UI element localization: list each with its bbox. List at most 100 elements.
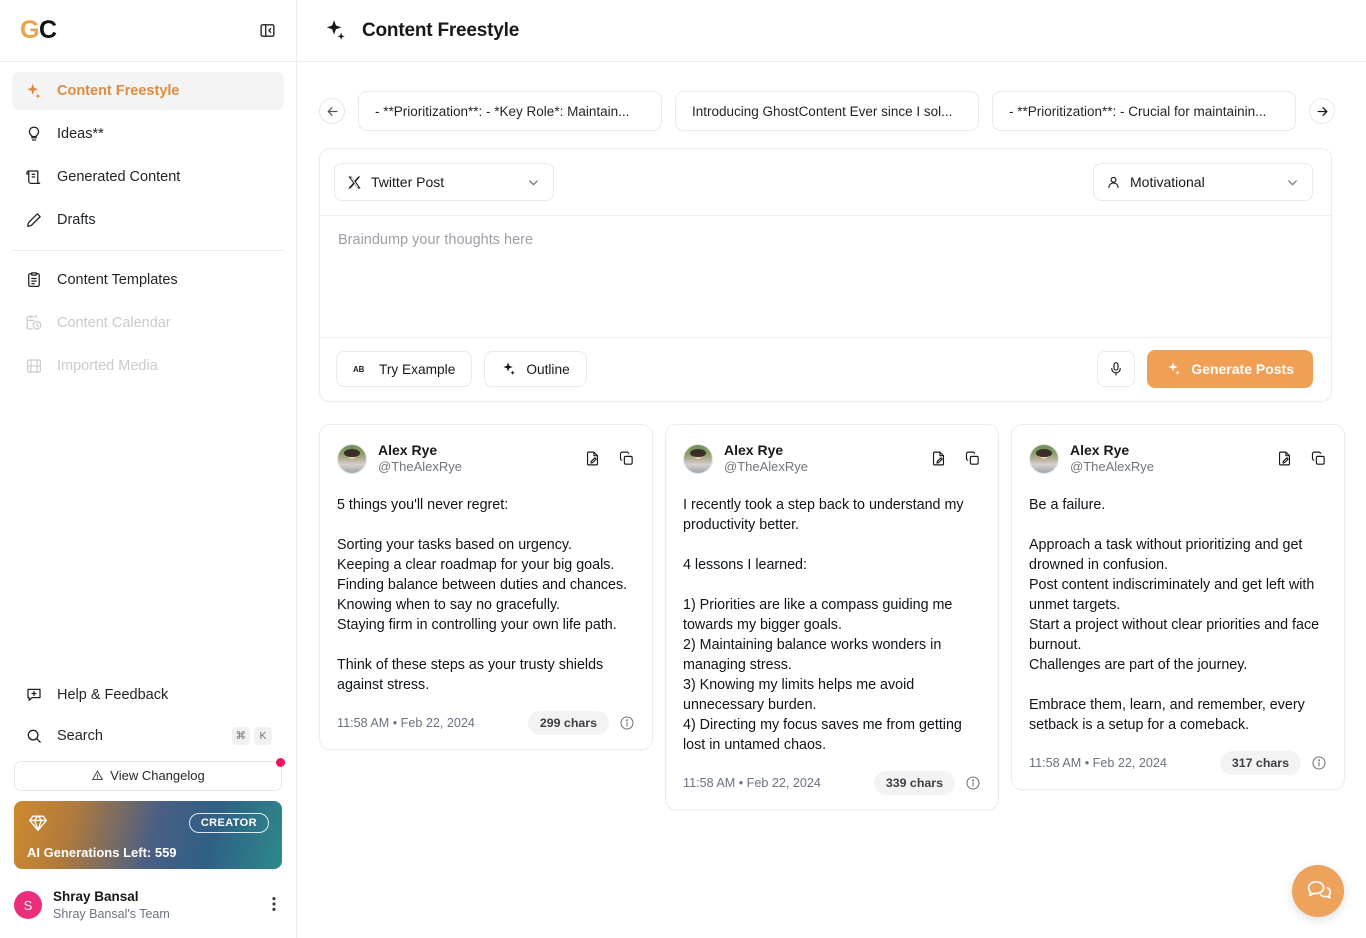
post-author-handle: @TheAlexRye [1070, 459, 1155, 475]
logo-letter-c: C [38, 16, 57, 44]
outline-button[interactable]: Outline [484, 351, 587, 387]
shortcut-key-k: K [254, 726, 272, 745]
post-author-name: Alex Rye [1070, 442, 1130, 458]
composer-footer: AB Try Example Outline Generate Posts [320, 337, 1331, 401]
post-card-actions [930, 450, 981, 467]
avatar [1029, 443, 1059, 474]
sidebar-item-label: Ideas** [57, 126, 104, 142]
view-changelog-button[interactable]: View Changelog [14, 757, 285, 791]
plan-card[interactable]: CREATOR AI Generations Left: 559 [14, 800, 282, 869]
session-tab-label: - **Prioritization**: - Crucial for main… [1009, 103, 1267, 119]
user-profile-row[interactable]: S Shray Bansal Shray Bansal's Team [0, 879, 296, 938]
scroll-icon [24, 168, 43, 187]
sidebar-item-help-feedback[interactable]: Help & Feedback [12, 676, 284, 714]
tabs-prev-button[interactable] [319, 98, 345, 124]
try-example-button[interactable]: AB Try Example [336, 351, 473, 387]
sidebar-item-search[interactable]: Search ⌘ K [12, 717, 284, 755]
avatar [337, 443, 367, 474]
sidebar-item-label: Content Calendar [57, 315, 171, 331]
svg-text:AB: AB [353, 365, 365, 374]
tone-select[interactable]: Motivational [1093, 163, 1313, 201]
post-card: Alex Rye @TheAlexRye [665, 424, 999, 811]
sidebar-item-content-freestyle[interactable]: Content Freestyle [12, 72, 284, 110]
post-body: Be a failure. Approach a task without pr… [1029, 497, 1320, 734]
sidebar-item-content-calendar[interactable]: Content Calendar [12, 304, 284, 342]
copy-icon[interactable] [618, 450, 635, 467]
sidebar-item-ideas[interactable]: Ideas** [12, 115, 284, 153]
post-author-handle: @TheAlexRye [378, 459, 463, 475]
message-plus-icon [24, 685, 43, 704]
sidebar-item-generated-content[interactable]: Generated Content [12, 158, 284, 196]
sparkles-icon [503, 362, 516, 375]
platform-select[interactable]: Twitter Post [334, 163, 554, 201]
copy-icon[interactable] [964, 450, 981, 467]
post-card-footer: 11:58 AM • Feb 22, 2024 317 chars [1029, 751, 1327, 776]
chevron-down-icon [1285, 175, 1300, 190]
clipboard-icon [24, 271, 43, 290]
tabs-next-button[interactable] [1309, 98, 1335, 124]
shortcut-key-cmd: ⌘ [231, 726, 250, 745]
microphone-button[interactable] [1097, 351, 1136, 387]
post-card-footer: 11:58 AM • Feb 22, 2024 339 chars [683, 771, 981, 796]
post-char-count: 339 chars [873, 771, 955, 796]
sidebar-item-label: Content Templates [57, 272, 178, 288]
session-tab-3[interactable]: - **Prioritization**: - Crucial for main… [992, 91, 1296, 131]
generate-posts-button[interactable]: Generate Posts [1147, 350, 1313, 388]
page-header: Content Freestyle [297, 0, 1366, 62]
sparkles-icon [1168, 362, 1181, 375]
sidebar-item-content-templates[interactable]: Content Templates [12, 261, 284, 299]
braindump-placeholder: Braindump your thoughts here [338, 232, 534, 248]
generated-posts-list: Alex Rye @TheAlexRye 5 things you'll nev… [297, 402, 1366, 811]
more-vertical-icon [272, 896, 276, 911]
chat-support-button[interactable] [1292, 865, 1344, 917]
braindump-textarea[interactable]: Braindump your thoughts here [320, 215, 1331, 337]
post-card-actions [584, 450, 635, 467]
user-menu-button[interactable] [266, 894, 282, 917]
post-body: I recently took a step back to understan… [683, 497, 964, 754]
session-tab-2[interactable]: Introducing GhostContent Ever since I so… [675, 91, 979, 131]
sparkles-icon [24, 82, 43, 101]
microphone-icon [1111, 362, 1122, 376]
changelog-label: View Changelog [110, 768, 205, 784]
post-body: 5 things you'll never regret: Sorting yo… [337, 497, 628, 694]
calendar-clock-icon [24, 314, 43, 333]
post-author: Alex Rye @TheAlexRye [378, 441, 462, 476]
post-author-name: Alex Rye [724, 442, 784, 458]
session-tab-label: Introducing GhostContent Ever since I so… [692, 103, 953, 119]
edit-document-icon[interactable] [930, 450, 947, 467]
sidebar-item-label: Drafts [57, 212, 96, 228]
person-icon [1108, 176, 1119, 188]
sidebar-item-label: Generated Content [57, 169, 181, 185]
session-tab-label: - **Prioritization**: - *Key Role*: Main… [375, 103, 630, 119]
page-title: Content Freestyle [362, 19, 520, 41]
lightbulb-icon [24, 125, 43, 144]
post-timestamp: 11:58 AM • Feb 22, 2024 [683, 776, 821, 791]
chevron-down-icon [526, 175, 541, 190]
main-area: Content Freestyle - **Prioritization**: … [297, 0, 1366, 938]
search-icon [24, 726, 43, 745]
sidebar: GC Content Freestyle Ideas** Generated C… [0, 0, 297, 938]
edit-document-icon[interactable] [584, 450, 601, 467]
info-circle-icon[interactable] [1311, 755, 1327, 771]
panel-collapse-icon [259, 24, 275, 37]
post-card-header: Alex Rye @TheAlexRye [1029, 441, 1327, 476]
sidebar-item-drafts[interactable]: Drafts [12, 201, 284, 239]
session-tab-1[interactable]: - **Prioritization**: - *Key Role*: Main… [358, 91, 662, 131]
content-scroll-area: - **Prioritization**: - *Key Role*: Main… [297, 62, 1366, 938]
edit-document-icon[interactable] [1276, 450, 1293, 467]
tone-select-value: Motivational [1130, 174, 1205, 190]
app-logo[interactable]: GC [20, 18, 57, 43]
info-circle-icon[interactable] [619, 715, 635, 731]
user-name: Shray Bansal [53, 888, 139, 904]
sparkles-icon [326, 20, 345, 40]
post-author: Alex Rye @TheAlexRye [1070, 441, 1154, 476]
sidebar-collapse-button[interactable] [254, 18, 280, 44]
post-author: Alex Rye @TheAlexRye [724, 441, 808, 476]
sidebar-item-imported-media[interactable]: Imported Media [12, 347, 284, 385]
post-timestamp: 11:58 AM • Feb 22, 2024 [1029, 756, 1167, 771]
copy-icon[interactable] [1310, 450, 1327, 467]
plan-badge: CREATOR [188, 812, 269, 833]
search-shortcut: ⌘ K [231, 726, 272, 745]
post-char-count: 299 chars [527, 711, 609, 736]
info-circle-icon[interactable] [965, 775, 981, 791]
